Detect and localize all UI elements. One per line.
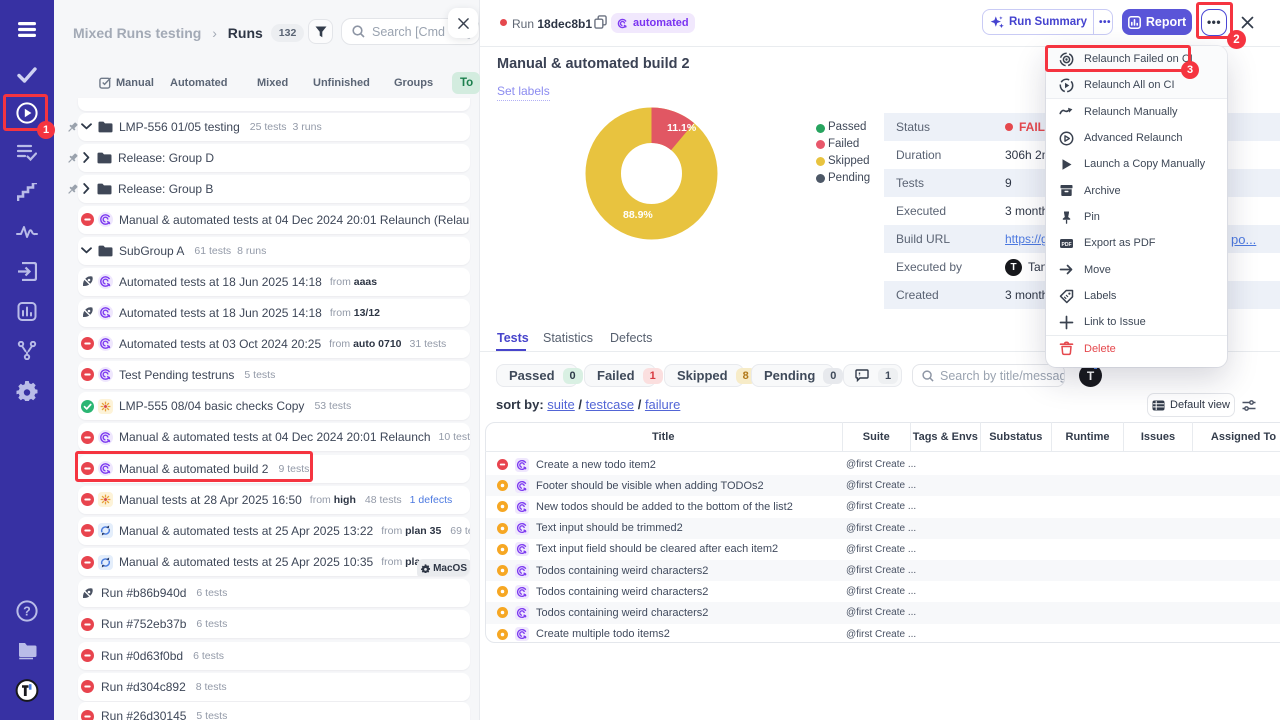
svg-text:PDF: PDF [1062,242,1072,248]
svg-text:11.1%: 11.1% [667,122,697,134]
svg-text:?: ? [23,605,31,619]
svg-text:88.9%: 88.9% [623,209,653,221]
